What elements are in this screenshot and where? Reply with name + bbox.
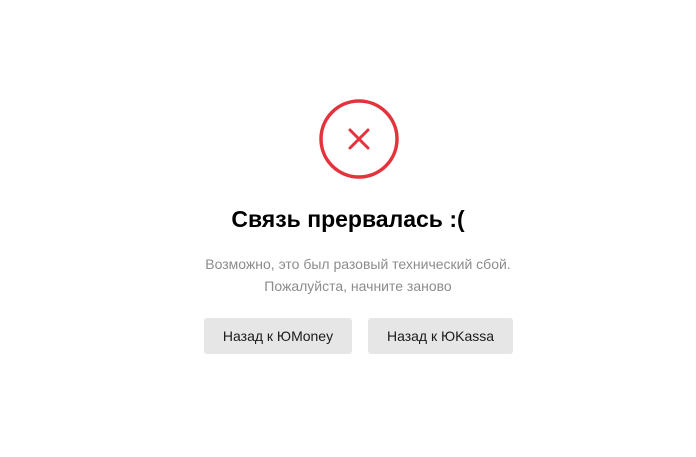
page-title: Связь прервалась :( bbox=[231, 206, 465, 232]
back-to-yookassa-button[interactable]: Назад к ЮKassa bbox=[368, 318, 513, 354]
error-message-line-1: Возможно, это был разовый технический сб… bbox=[205, 256, 511, 272]
error-message: Возможно, это был разовый технический сб… bbox=[0, 253, 696, 297]
back-to-yoomoney-button[interactable]: Назад к ЮMoney bbox=[204, 318, 352, 354]
error-page: Связь прервалась :( Возможно, это был ра… bbox=[0, 0, 696, 457]
error-cross-icon bbox=[319, 99, 399, 179]
error-message-line-2: Пожалуйста, начните заново bbox=[264, 278, 452, 294]
button-group: Назад к ЮMoney Назад к ЮKassa bbox=[204, 318, 513, 354]
